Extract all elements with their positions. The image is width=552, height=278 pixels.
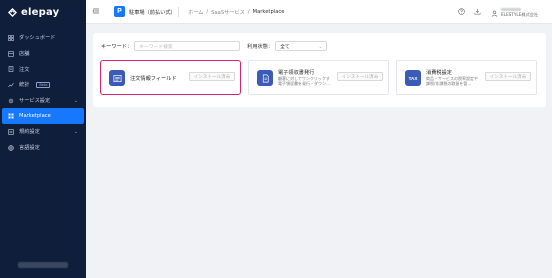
sidebar-item-order[interactable]: 注文 bbox=[0, 61, 86, 77]
sidebar: elepay ダッシュボード 店舗 注文 統計 Beta サービス設定 ⌄ Ma… bbox=[0, 0, 86, 278]
installed-button[interactable]: インストール済み bbox=[485, 72, 531, 81]
card-description-line: 課税/非課税の取扱を管… bbox=[426, 81, 472, 87]
app-card-consumption-tax[interactable]: TAX 消費税設定 商品・サービスの税率設定や 課税/非課税の取扱を管… インス… bbox=[396, 60, 537, 95]
menu-toggle-icon[interactable] bbox=[92, 7, 100, 15]
sidebar-item-label: 店舗 bbox=[19, 51, 30, 58]
form-icon bbox=[109, 70, 125, 86]
tax-icon: TAX bbox=[405, 70, 421, 86]
keyword-label: キーワード： bbox=[101, 43, 133, 50]
help-icon[interactable] bbox=[458, 8, 465, 15]
order-icon bbox=[8, 66, 14, 73]
header-divider bbox=[178, 7, 179, 17]
download-icon[interactable] bbox=[474, 8, 481, 15]
sidebar-item-store[interactable]: 店舗 bbox=[0, 46, 86, 62]
top-header: P 駐車場（前払い式） ホーム / SaaSサービス / Marketplace… bbox=[86, 0, 552, 24]
logo-icon bbox=[8, 7, 17, 17]
sidebar-nav: ダッシュボード 店舗 注文 統計 Beta サービス設定 ⌄ Marketpla… bbox=[0, 30, 86, 156]
sidebar-item-marketplace[interactable]: Marketplace bbox=[2, 108, 84, 125]
logo-text: elepay bbox=[21, 6, 60, 18]
marketplace-icon bbox=[8, 113, 14, 119]
filter-row: キーワード： キーワード検索 利用状態： 全て ⌄ bbox=[101, 41, 328, 51]
store-badge[interactable]: P bbox=[114, 6, 125, 17]
status-select[interactable]: 全て ⌄ bbox=[275, 41, 328, 51]
user-email-blurred bbox=[501, 8, 521, 11]
keyword-search-input[interactable]: キーワード検索 bbox=[134, 41, 241, 51]
card-description-line: 電子領収書を発行・ダウン… bbox=[278, 81, 330, 87]
card-description: 顧客に対してワンクリックす 電子領収書を発行・ダウン… bbox=[278, 76, 333, 86]
sidebar-item-label: 注文 bbox=[19, 66, 30, 73]
user-company-name: ELESTYLE株式会社 bbox=[501, 12, 539, 17]
store-icon bbox=[8, 50, 14, 57]
app-card-order-info-field[interactable]: 注文情報フィールド インストール済み bbox=[100, 60, 241, 95]
status-label: 利用状態： bbox=[247, 43, 274, 50]
sidebar-item-language[interactable]: 言語設定 bbox=[0, 140, 86, 156]
store-name[interactable]: 駐車場（前払い式） bbox=[129, 9, 176, 16]
installed-button[interactable]: インストール済み bbox=[189, 72, 235, 81]
card-title: 電子領収書発行 bbox=[278, 70, 315, 76]
sidebar-item-label: 言語設定 bbox=[19, 145, 40, 152]
sidebar-footer-blurred bbox=[18, 262, 68, 268]
chevron-down-icon: ⌄ bbox=[73, 97, 78, 104]
sidebar-item-terms[interactable]: 規約設定 ⌄ bbox=[0, 124, 86, 140]
sidebar-item-label: 規約設定 bbox=[19, 129, 40, 136]
sidebar-item-stats[interactable]: 統計 Beta bbox=[0, 77, 86, 93]
card-title: 消費税設定 bbox=[426, 70, 452, 76]
gear-icon bbox=[8, 98, 14, 104]
installed-button[interactable]: インストール済み bbox=[337, 72, 383, 81]
sidebar-item-service-settings[interactable]: サービス設定 ⌄ bbox=[0, 93, 86, 109]
sidebar-item-label: ダッシュボード bbox=[19, 35, 56, 42]
app-card-e-receipt[interactable]: 電子領収書発行 顧客に対してワンクリックす 電子領収書を発行・ダウン… インスト… bbox=[248, 60, 389, 95]
breadcrumb-saas[interactable]: SaaSサービス bbox=[211, 9, 245, 16]
breadcrumb-home[interactable]: ホーム bbox=[188, 9, 203, 16]
chevron-down-icon: ⌄ bbox=[73, 129, 78, 136]
card-description: 商品・サービスの税率設定や 課税/非課税の取扱を管… bbox=[426, 76, 481, 86]
receipt-icon bbox=[257, 70, 273, 86]
marketplace-panel: キーワード： キーワード検索 利用状態： 全て ⌄ 注文情報フィールド インスト… bbox=[93, 33, 546, 107]
sidebar-item-dashboard[interactable]: ダッシュボード bbox=[0, 30, 86, 46]
chart-icon bbox=[8, 82, 14, 88]
dashboard-icon bbox=[8, 35, 14, 41]
sidebar-item-label: Marketplace bbox=[19, 113, 51, 120]
status-select-value: 全て bbox=[280, 44, 290, 50]
card-title: 注文情報フィールド bbox=[130, 76, 177, 82]
breadcrumb-current: Marketplace bbox=[252, 9, 285, 15]
beta-badge: Beta bbox=[36, 81, 51, 88]
language-icon bbox=[8, 144, 14, 151]
user-icon bbox=[491, 10, 498, 17]
chevron-down-icon: ⌄ bbox=[318, 44, 323, 49]
user-info: ELESTYLE株式会社 bbox=[501, 8, 538, 18]
sidebar-item-label: 統計 bbox=[19, 82, 30, 89]
breadcrumb-separator: / bbox=[247, 9, 250, 15]
breadcrumb: ホーム / SaaSサービス / Marketplace bbox=[188, 9, 284, 16]
user-menu[interactable]: ELESTYLE株式会社 bbox=[491, 8, 538, 18]
logo[interactable]: elepay bbox=[0, 0, 86, 24]
sidebar-item-label: サービス設定 bbox=[19, 98, 51, 105]
breadcrumb-separator: / bbox=[206, 9, 209, 15]
document-icon bbox=[8, 129, 14, 135]
